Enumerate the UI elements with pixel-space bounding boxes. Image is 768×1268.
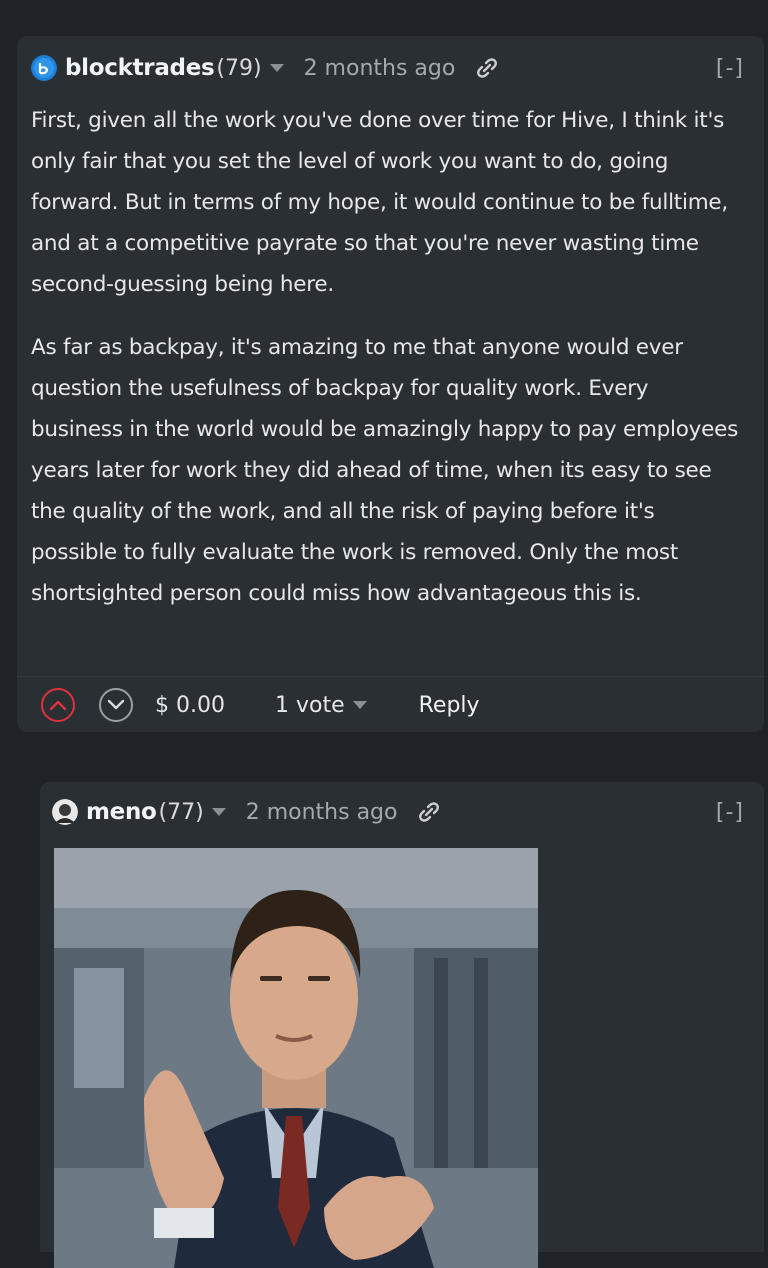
author-reputation: (77) — [158, 799, 204, 825]
timestamp[interactable]: 2 months ago — [246, 800, 398, 825]
comment-header: meno (77) 2 months ago [-] — [52, 792, 744, 832]
link-icon[interactable] — [473, 54, 501, 82]
collapse-toggle[interactable]: [-] — [716, 56, 744, 81]
vote-count[interactable]: 1 vote — [275, 693, 367, 718]
comment-body: First, given all the work you've done ov… — [31, 100, 746, 636]
author-name[interactable]: meno — [86, 799, 157, 825]
chevron-down-icon[interactable] — [211, 808, 226, 816]
comment-card: blocktrades (79) 2 months ago [-] First,… — [17, 36, 764, 732]
downvote-button[interactable] — [99, 688, 133, 722]
comment-footer: $ 0.00 1 vote Reply — [17, 676, 764, 733]
comment-paragraph: As far as backpay, it's amazing to me th… — [31, 335, 739, 606]
author-name[interactable]: blocktrades — [65, 55, 215, 81]
comment-header: blocktrades (79) 2 months ago [-] — [31, 48, 744, 88]
comment-paragraph: First, given all the work you've done ov… — [31, 108, 728, 297]
chevron-down-icon — [107, 699, 125, 710]
payout-amount[interactable]: $ 0.00 — [155, 693, 225, 718]
chevron-down-icon[interactable] — [269, 64, 284, 72]
chevron-down-icon — [352, 701, 367, 709]
comment-card: meno (77) 2 months ago [-] — [40, 782, 764, 1268]
reply-button[interactable]: Reply — [419, 693, 480, 718]
chevron-up-icon — [49, 700, 67, 711]
upvote-button[interactable] — [41, 688, 75, 722]
timestamp[interactable]: 2 months ago — [304, 56, 456, 81]
avatar[interactable] — [31, 55, 57, 81]
embedded-gif-image — [54, 848, 538, 1268]
avatar[interactable] — [52, 799, 78, 825]
vote-count-label: 1 vote — [274, 692, 345, 718]
link-icon[interactable] — [415, 798, 443, 826]
collapse-toggle[interactable]: [-] — [716, 800, 744, 825]
author-reputation: (79) — [216, 55, 262, 81]
